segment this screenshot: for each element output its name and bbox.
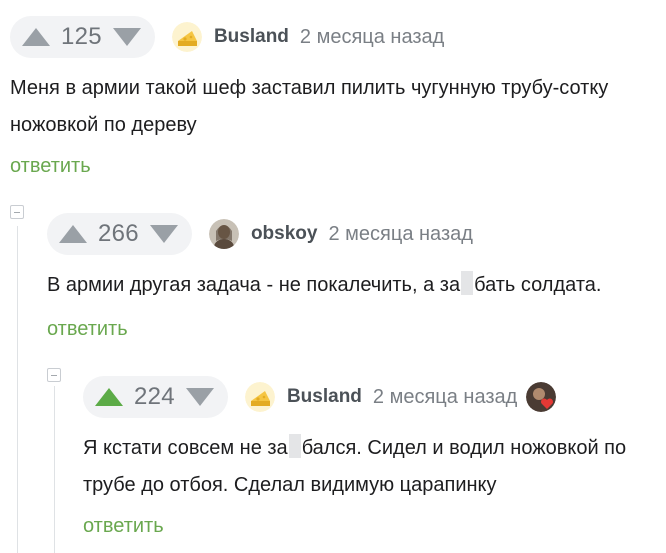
- collapse-button[interactable]: [10, 205, 24, 219]
- comment-time[interactable]: 2 месяца назад: [373, 386, 517, 409]
- comment-1-text: Меня в армии такой шеф заставил пилить ч…: [10, 70, 608, 144]
- comment-time[interactable]: 2 месяца назад: [300, 26, 444, 49]
- reply-link[interactable]: ответить: [47, 318, 128, 341]
- photo-avatar[interactable]: [208, 219, 239, 249]
- triangle-up-icon: [59, 225, 87, 243]
- censored-block: [461, 271, 474, 295]
- collapse-button[interactable]: [47, 368, 61, 382]
- cheese-avatar[interactable]: [171, 22, 202, 52]
- comment-1-header: 125 Busland 2 месяца назад: [10, 16, 444, 58]
- censored-block: [288, 434, 301, 458]
- reply-link[interactable]: ответить: [10, 155, 91, 178]
- liker-avatar[interactable]: [526, 382, 556, 412]
- cheese-avatar[interactable]: [244, 382, 275, 412]
- comment-2-text: В армии другая задача - не покалечить, а…: [47, 267, 601, 304]
- downvote-button[interactable]: [185, 388, 214, 406]
- text-line: Меня в армии такой шеф заставил пилить ч…: [10, 77, 609, 99]
- reply-link[interactable]: ответить: [83, 515, 164, 538]
- rating-count: 125: [61, 23, 102, 50]
- rating-count: 266: [98, 220, 139, 247]
- thread-line-level2: [54, 386, 55, 553]
- upvote-button[interactable]: [95, 388, 123, 406]
- downvote-button[interactable]: [149, 225, 178, 243]
- text-segment: бать солдата.: [474, 274, 602, 296]
- text-segment: Я кстати совсем не за: [83, 437, 288, 459]
- text-segment: В армии другая задача - не покалечить, а…: [47, 274, 461, 296]
- comment-time[interactable]: 2 месяца назад: [328, 223, 472, 246]
- triangle-down-icon: [185, 388, 214, 406]
- triangle-up-icon: [95, 388, 123, 406]
- rating-box: 125: [10, 16, 155, 58]
- text-line: ножовкой по дереву: [10, 114, 197, 136]
- comment-3-text: Я кстати совсем не за бался. Сидел и води…: [83, 430, 626, 504]
- text-line: Я кстати совсем не за бался. Сидел и води…: [83, 430, 626, 467]
- thread-line-level1: [17, 226, 18, 553]
- text-segment: бался. Сидел и водил ножовкой по: [301, 437, 627, 459]
- text-line: трубе до отбоя. Сделал видимую царапинку: [83, 474, 497, 496]
- downvote-button[interactable]: [112, 28, 141, 46]
- author-name[interactable]: Busland: [287, 386, 362, 408]
- triangle-down-icon: [112, 28, 141, 46]
- triangle-down-icon: [149, 225, 178, 243]
- rating-box: 266: [47, 213, 192, 255]
- comment-2-header: 266 obskoy 2 месяца назад: [47, 213, 473, 255]
- rating-box: 224: [83, 376, 228, 418]
- upvote-button[interactable]: [59, 225, 87, 243]
- author-name[interactable]: obskoy: [251, 223, 318, 245]
- rating-count: 224: [134, 383, 175, 410]
- author-name[interactable]: Busland: [214, 26, 289, 48]
- triangle-up-icon: [22, 28, 50, 46]
- upvote-button[interactable]: [22, 28, 50, 46]
- comment-3-header: 224 Busland 2 месяца назад: [83, 376, 517, 418]
